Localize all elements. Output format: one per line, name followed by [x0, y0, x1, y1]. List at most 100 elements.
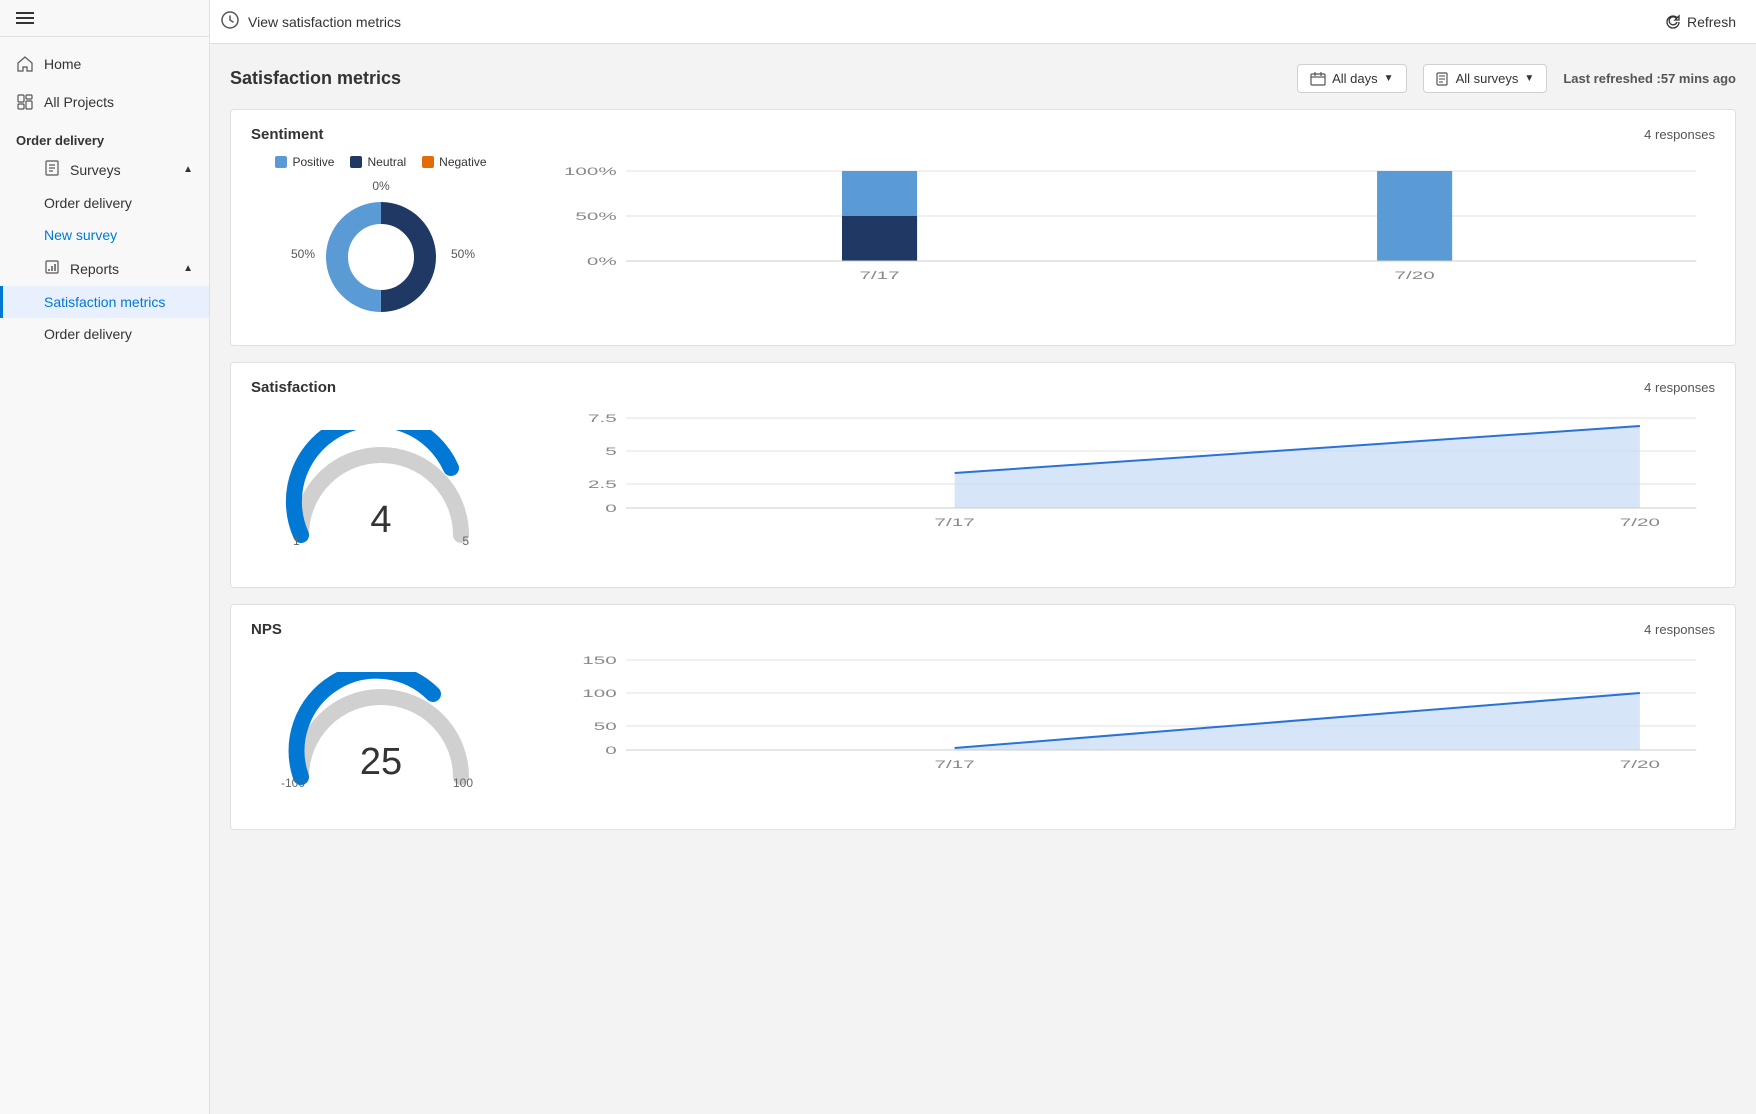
reports-label: Reports — [70, 261, 119, 277]
nps-gauge-min: -100 — [281, 776, 305, 790]
sidebar-surveys-toggle[interactable]: Surveys ▲ — [0, 152, 209, 187]
legend-positive: Positive — [275, 155, 334, 169]
svg-text:50: 50 — [594, 720, 617, 733]
negative-dot — [422, 156, 434, 168]
sidebar-reports-toggle[interactable]: Reports ▲ — [0, 251, 209, 286]
surveys-icon — [44, 160, 60, 179]
sentiment-responses: 4 responses — [1644, 127, 1715, 142]
page-header: Satisfaction metrics All days ▼ All surv… — [230, 64, 1736, 93]
legend-positive-label: Positive — [292, 155, 334, 169]
satisfaction-card: Satisfaction 4 responses 4 1 — [230, 362, 1736, 588]
refresh-icon — [1665, 14, 1681, 30]
satisfaction-gauge-value: 4 — [370, 499, 391, 542]
sidebar-item-all-projects[interactable]: All Projects — [0, 83, 209, 121]
days-filter-chevron: ▼ — [1384, 73, 1394, 84]
sidebar-item-all-projects-label: All Projects — [44, 94, 114, 110]
sentiment-card-body: Positive Neutral Negative — [251, 155, 1715, 329]
donut-label-0pct: 0% — [372, 179, 389, 193]
nps-area-svg: 150 100 50 0 7/17 7/20 — [551, 650, 1715, 810]
svg-text:150: 150 — [582, 654, 616, 667]
svg-text:5: 5 — [605, 445, 616, 458]
svg-text:0: 0 — [605, 744, 616, 757]
neutral-dot — [350, 156, 362, 168]
svg-text:0: 0 — [605, 502, 616, 515]
svg-text:7/17: 7/17 — [935, 758, 975, 771]
sentiment-title: Sentiment — [251, 126, 324, 143]
reports-icon — [44, 259, 60, 278]
main-content: View satisfaction metrics Refresh Satisf… — [210, 0, 1756, 1114]
satisfaction-area-chart: 7.5 5 2.5 0 7/17 7/20 — [551, 408, 1715, 571]
nps-area-chart: 150 100 50 0 7/17 7/20 — [551, 650, 1715, 813]
satisfaction-area-svg: 7.5 5 2.5 0 7/17 7/20 — [551, 408, 1715, 568]
sentiment-bar-svg: 100% 50% 0% 7/17 7/20 — [551, 161, 1715, 321]
nps-title: NPS — [251, 621, 282, 638]
svg-text:7.5: 7.5 — [588, 412, 617, 425]
filters: All days ▼ All surveys ▼ Last refreshed … — [1297, 64, 1736, 93]
topbar: View satisfaction metrics Refresh — [210, 0, 1756, 44]
content-area: Satisfaction metrics All days ▼ All surv… — [210, 44, 1756, 1114]
positive-dot — [275, 156, 287, 168]
svg-text:100%: 100% — [564, 165, 617, 178]
sentiment-legend: Positive Neutral Negative — [251, 155, 511, 169]
legend-negative: Negative — [422, 155, 486, 169]
home-icon — [16, 55, 34, 73]
sidebar-item-order-delivery-report[interactable]: Order delivery — [0, 318, 209, 350]
satisfaction-responses: 4 responses — [1644, 380, 1715, 395]
sidebar-item-order-delivery-survey[interactable]: Order delivery — [0, 187, 209, 219]
refresh-button[interactable]: Refresh — [1665, 14, 1736, 30]
svg-text:100: 100 — [582, 687, 616, 700]
nps-card-header: NPS 4 responses — [251, 621, 1715, 638]
sentiment-donut-area: Positive Neutral Negative — [251, 155, 511, 329]
nps-card-body: 25 -100 100 150 100 — [251, 650, 1715, 813]
legend-negative-label: Negative — [439, 155, 486, 169]
sidebar-item-home-label: Home — [44, 56, 81, 72]
legend-neutral: Neutral — [350, 155, 406, 169]
satisfaction-gauge-min: 1 — [293, 534, 300, 548]
sidebar-nav: Home All Projects Order delivery Surveys… — [0, 37, 209, 358]
refresh-label: Refresh — [1687, 14, 1736, 30]
nps-responses: 4 responses — [1644, 622, 1715, 637]
sidebar-item-satisfaction-metrics[interactable]: Satisfaction metrics — [0, 286, 209, 318]
reports-chevron: ▲ — [183, 263, 193, 274]
sidebar: Home All Projects Order delivery Surveys… — [0, 0, 210, 1114]
donut-chart — [311, 187, 451, 327]
projects-icon — [16, 93, 34, 111]
donut-label-left: 50% — [291, 247, 315, 261]
sentiment-bar-chart: 100% 50% 0% 7/17 7/20 — [551, 161, 1715, 324]
satisfaction-gauge-max: 5 — [462, 534, 469, 548]
breadcrumb: View satisfaction metrics — [248, 14, 401, 30]
breadcrumb-icon — [220, 10, 240, 33]
satisfaction-card-body: 4 1 5 7.5 5 2 — [251, 408, 1715, 571]
surveys-filter[interactable]: All surveys ▼ — [1423, 64, 1548, 93]
calendar-icon — [1310, 72, 1326, 86]
sentiment-card-header: Sentiment 4 responses — [251, 126, 1715, 143]
days-filter[interactable]: All days ▼ — [1297, 64, 1406, 93]
satisfaction-card-header: Satisfaction 4 responses — [251, 379, 1715, 396]
document-icon — [1436, 72, 1450, 86]
nps-gauge-max: 100 — [453, 776, 473, 790]
surveys-chevron: ▲ — [183, 164, 193, 175]
hamburger-menu[interactable] — [16, 12, 34, 24]
satisfaction-title: Satisfaction — [251, 379, 336, 396]
nps-gauge-value: 25 — [360, 741, 402, 784]
nps-card: NPS 4 responses 25 -100 100 — [230, 604, 1736, 830]
svg-text:2.5: 2.5 — [588, 478, 617, 491]
days-filter-label: All days — [1332, 71, 1378, 86]
sidebar-header — [0, 0, 209, 37]
svg-text:7/17: 7/17 — [859, 269, 899, 282]
nps-gauge-area: 25 -100 100 — [251, 672, 511, 792]
svg-text:7/20: 7/20 — [1395, 269, 1435, 282]
satisfaction-gauge-area: 4 1 5 — [251, 430, 511, 550]
sidebar-item-home[interactable]: Home — [0, 45, 209, 83]
donut-label-right: 50% — [451, 247, 475, 261]
svg-text:7/20: 7/20 — [1620, 758, 1660, 771]
page-title: Satisfaction metrics — [230, 68, 401, 89]
surveys-filter-chevron: ▼ — [1524, 73, 1534, 84]
last-refresh: Last refreshed :57 mins ago — [1563, 71, 1736, 86]
sentiment-card: Sentiment 4 responses Positive Neutral — [230, 109, 1736, 346]
sidebar-section-order-delivery: Order delivery — [0, 121, 209, 152]
surveys-label: Surveys — [70, 162, 121, 178]
surveys-filter-label: All surveys — [1456, 71, 1519, 86]
sidebar-item-new-survey[interactable]: New survey — [0, 219, 209, 251]
svg-text:0%: 0% — [587, 255, 617, 268]
